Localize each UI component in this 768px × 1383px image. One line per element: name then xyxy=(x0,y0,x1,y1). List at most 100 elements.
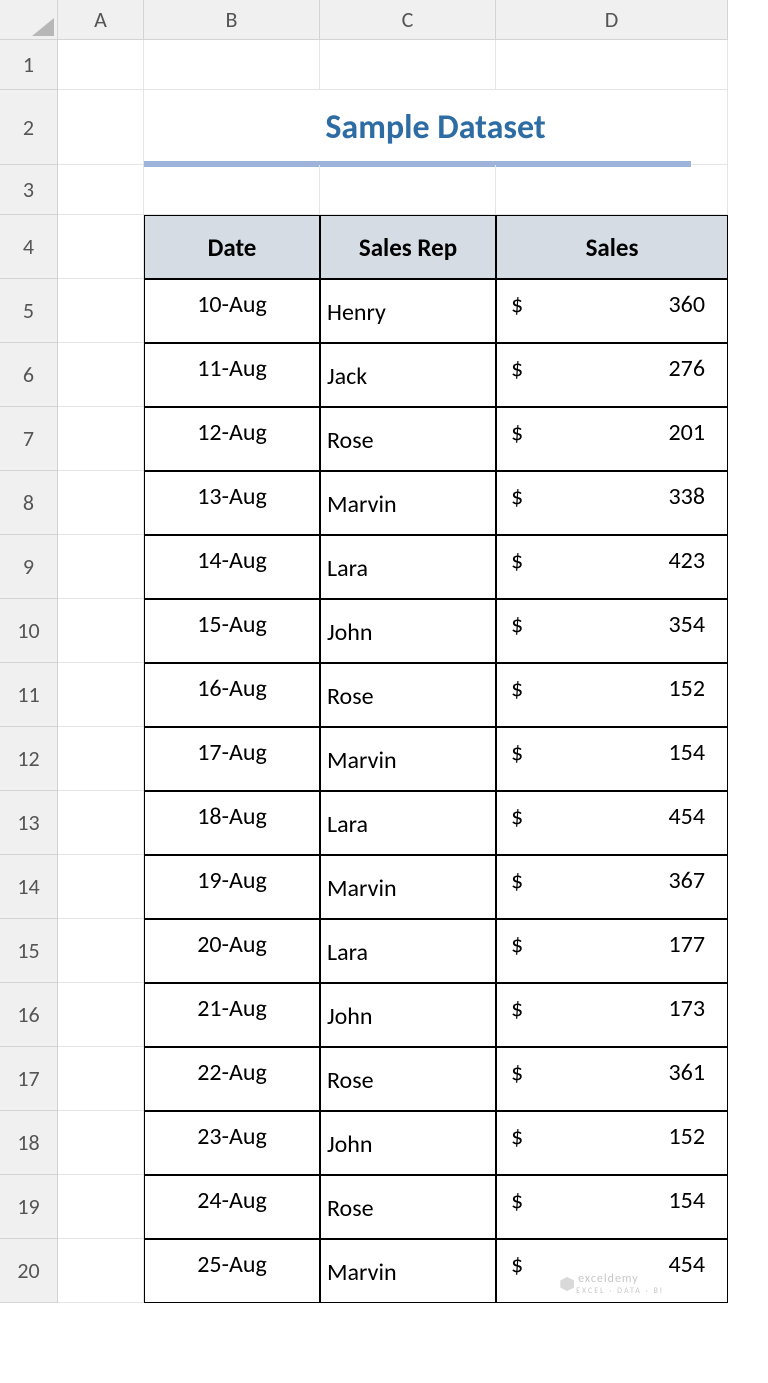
table-cell-rep[interactable]: Lara xyxy=(320,791,496,855)
table-cell-sales[interactable]: $173 xyxy=(496,983,728,1047)
table-cell-date[interactable]: 22-Aug xyxy=(144,1047,320,1111)
table-cell-rep[interactable]: Lara xyxy=(320,919,496,983)
table-cell-sales[interactable]: $454 xyxy=(496,791,728,855)
table-header-sales[interactable]: Sales xyxy=(496,215,728,279)
table-cell-date[interactable]: 12-Aug xyxy=(144,407,320,471)
row-header-1[interactable]: 1 xyxy=(0,40,58,90)
table-cell-rep[interactable]: Rose xyxy=(320,1047,496,1111)
row-header-4[interactable]: 4 xyxy=(0,215,58,279)
table-cell-date[interactable]: 20-Aug xyxy=(144,919,320,983)
table-cell-date[interactable]: 16-Aug xyxy=(144,663,320,727)
table-cell-date[interactable]: 13-Aug xyxy=(144,471,320,535)
cell[interactable] xyxy=(144,165,320,215)
column-header-B[interactable]: B xyxy=(144,0,320,40)
cell[interactable] xyxy=(58,1111,144,1175)
table-cell-rep[interactable]: John xyxy=(320,1111,496,1175)
table-cell-sales[interactable]: $338 xyxy=(496,471,728,535)
table-cell-rep[interactable]: Rose xyxy=(320,1175,496,1239)
table-cell-sales[interactable]: $360 xyxy=(496,279,728,343)
cell[interactable] xyxy=(58,1175,144,1239)
row-header-18[interactable]: 18 xyxy=(0,1111,58,1175)
row-header-7[interactable]: 7 xyxy=(0,407,58,471)
table-cell-sales[interactable]: $177 xyxy=(496,919,728,983)
row-header-16[interactable]: 16 xyxy=(0,983,58,1047)
table-cell-date[interactable]: 17-Aug xyxy=(144,727,320,791)
cell[interactable] xyxy=(58,535,144,599)
table-cell-sales[interactable]: $361 xyxy=(496,1047,728,1111)
table-cell-sales[interactable]: $152 xyxy=(496,663,728,727)
table-cell-sales[interactable]: $276 xyxy=(496,343,728,407)
cell[interactable] xyxy=(58,855,144,919)
page-title[interactable]: Sample Dataset xyxy=(144,90,728,165)
table-cell-sales[interactable]: $423 xyxy=(496,535,728,599)
row-header-15[interactable]: 15 xyxy=(0,919,58,983)
cell[interactable] xyxy=(58,471,144,535)
table-cell-rep[interactable]: Henry xyxy=(320,279,496,343)
cell[interactable] xyxy=(58,343,144,407)
table-cell-rep[interactable]: Rose xyxy=(320,663,496,727)
row-header-19[interactable]: 19 xyxy=(0,1175,58,1239)
cell[interactable] xyxy=(58,215,144,279)
table-cell-date[interactable]: 19-Aug xyxy=(144,855,320,919)
row-header-9[interactable]: 9 xyxy=(0,535,58,599)
cell[interactable] xyxy=(58,1047,144,1111)
table-cell-date[interactable]: 24-Aug xyxy=(144,1175,320,1239)
cell[interactable] xyxy=(320,40,496,90)
cell[interactable] xyxy=(496,40,728,90)
column-header-C[interactable]: C xyxy=(320,0,496,40)
table-cell-date[interactable]: 10-Aug xyxy=(144,279,320,343)
table-cell-sales[interactable]: $154 xyxy=(496,727,728,791)
table-cell-sales[interactable]: $354 xyxy=(496,599,728,663)
cell[interactable] xyxy=(58,165,144,215)
row-header-10[interactable]: 10 xyxy=(0,599,58,663)
table-cell-sales[interactable]: $454exceldemyEXCEL · DATA · BI xyxy=(496,1239,728,1303)
table-cell-rep[interactable]: Marvin xyxy=(320,1239,496,1303)
table-cell-date[interactable]: 14-Aug xyxy=(144,535,320,599)
table-cell-rep[interactable]: John xyxy=(320,599,496,663)
table-cell-sales[interactable]: $152 xyxy=(496,1111,728,1175)
cell[interactable] xyxy=(58,791,144,855)
table-cell-date[interactable]: 23-Aug xyxy=(144,1111,320,1175)
column-header-A[interactable]: A xyxy=(58,0,144,40)
cell[interactable] xyxy=(58,1239,144,1303)
row-header-17[interactable]: 17 xyxy=(0,1047,58,1111)
select-all-corner[interactable] xyxy=(0,0,58,40)
cell[interactable] xyxy=(496,165,728,215)
table-cell-date[interactable]: 21-Aug xyxy=(144,983,320,1047)
row-header-5[interactable]: 5 xyxy=(0,279,58,343)
table-cell-rep[interactable]: Jack xyxy=(320,343,496,407)
row-header-2[interactable]: 2 xyxy=(0,90,58,165)
cell[interactable] xyxy=(144,40,320,90)
cell[interactable] xyxy=(58,40,144,90)
table-cell-rep[interactable]: Lara xyxy=(320,535,496,599)
table-cell-sales[interactable]: $367 xyxy=(496,855,728,919)
table-cell-rep[interactable]: Rose xyxy=(320,407,496,471)
cell[interactable] xyxy=(58,983,144,1047)
row-header-6[interactable]: 6 xyxy=(0,343,58,407)
cell[interactable] xyxy=(58,279,144,343)
table-cell-rep[interactable]: Marvin xyxy=(320,855,496,919)
row-header-20[interactable]: 20 xyxy=(0,1239,58,1303)
table-cell-sales[interactable]: $154 xyxy=(496,1175,728,1239)
table-cell-date[interactable]: 15-Aug xyxy=(144,599,320,663)
cell[interactable] xyxy=(58,727,144,791)
row-header-3[interactable]: 3 xyxy=(0,165,58,215)
cell[interactable] xyxy=(320,165,496,215)
table-cell-date[interactable]: 18-Aug xyxy=(144,791,320,855)
table-cell-rep[interactable]: Marvin xyxy=(320,471,496,535)
table-header-rep[interactable]: Sales Rep xyxy=(320,215,496,279)
row-header-13[interactable]: 13 xyxy=(0,791,58,855)
table-cell-rep[interactable]: John xyxy=(320,983,496,1047)
cell[interactable] xyxy=(58,599,144,663)
row-header-8[interactable]: 8 xyxy=(0,471,58,535)
cell[interactable] xyxy=(58,407,144,471)
table-header-date[interactable]: Date xyxy=(144,215,320,279)
cell[interactable] xyxy=(58,90,144,165)
table-cell-date[interactable]: 11-Aug xyxy=(144,343,320,407)
row-header-14[interactable]: 14 xyxy=(0,855,58,919)
row-header-11[interactable]: 11 xyxy=(0,663,58,727)
column-header-D[interactable]: D xyxy=(496,0,728,40)
row-header-12[interactable]: 12 xyxy=(0,727,58,791)
table-cell-date[interactable]: 25-Aug xyxy=(144,1239,320,1303)
cell[interactable] xyxy=(58,919,144,983)
